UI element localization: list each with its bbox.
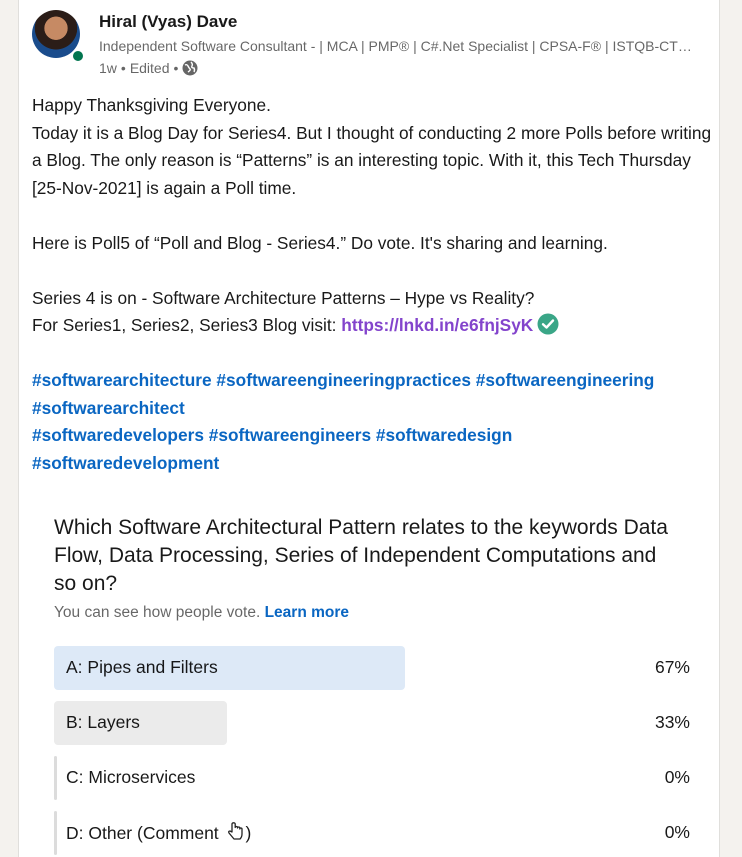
poll-option-percent: 0%	[664, 767, 690, 787]
poll-option-percent: 0%	[664, 822, 690, 842]
post-line: Today it is a Blog Day for Series4. But …	[32, 122, 712, 198]
poll-option-percent: 33%	[654, 712, 690, 732]
hand-pointing-down-icon	[227, 822, 243, 840]
poll-option-label: B: Layers	[66, 712, 140, 732]
edited-label: Edited	[129, 60, 170, 76]
post-time: 1w	[99, 60, 117, 76]
hashtag-line: #softwarearchitecture #softwareengineeri…	[32, 367, 712, 395]
post-line-prefix: For Series1, Series2, Series3 Blog visit…	[32, 315, 342, 335]
hashtag-link[interactable]: #softwarearchitecture	[32, 370, 212, 390]
post-line: For Series1, Series2, Series3 Blog visit…	[32, 312, 712, 340]
hashtag-link[interactable]: #softwarearchitect	[32, 398, 185, 418]
author-headline: Independent Software Consultant - | MCA …	[99, 38, 699, 54]
poll-result-bar	[54, 811, 57, 855]
post-meta: 1w • Edited •	[99, 60, 198, 76]
poll-visibility-note: You can see how people vote.	[54, 604, 261, 621]
hashtag-link[interactable]: #softwaredevelopers	[32, 425, 204, 445]
poll: Which Software Architectural Pattern rel…	[54, 514, 690, 855]
poll-option-suffix: )	[245, 823, 252, 843]
hashtag-link[interactable]: #softwareengineering	[476, 370, 655, 390]
meta-separator: •	[173, 60, 179, 76]
hashtag-link[interactable]: #softwaredesign	[376, 425, 512, 445]
post-line: Here is Poll5 of “Poll and Blog - Series…	[32, 232, 608, 253]
hashtag-link[interactable]: #softwaredevelopment	[32, 453, 219, 473]
hashtag-link[interactable]: #softwareengineeringpractices	[216, 370, 471, 390]
hashtag-line: #softwaredevelopment	[32, 450, 712, 478]
poll-option[interactable]: C: Microservices 0%	[54, 756, 690, 800]
post-header: Hiral (Vyas) Dave Independent Software C…	[32, 8, 712, 83]
learn-more-link[interactable]: Learn more	[265, 604, 349, 621]
hashtag-link[interactable]: #softwareengineers	[209, 425, 371, 445]
post-body: Happy Thanksgiving Everyone. Today it is…	[32, 92, 712, 477]
poll-option[interactable]: A: Pipes and Filters 67%	[54, 646, 690, 690]
hashtag-line: #softwaredevelopers #softwareengineers #…	[32, 422, 712, 450]
post-line: Series 4 is on - Software Architecture P…	[32, 287, 535, 308]
poll-option[interactable]: B: Layers 33%	[54, 701, 690, 745]
meta-separator: •	[120, 60, 126, 76]
check-circle-icon	[537, 313, 559, 335]
poll-options: A: Pipes and Filters 67% B: Layers 33% C…	[54, 646, 690, 857]
hashtag-line: #softwarearchitect	[32, 395, 712, 423]
poll-question: Which Software Architectural Pattern rel…	[54, 516, 668, 595]
poll-result-bar	[54, 756, 57, 800]
poll-option-text: D: Other (Comment	[66, 823, 224, 843]
poll-subtitle: You can see how people vote. Learn more	[54, 604, 690, 622]
poll-option-label: A: Pipes and Filters	[66, 657, 218, 677]
poll-option-percent: 67%	[654, 657, 690, 677]
poll-option-label: D: Other (Comment )	[66, 822, 251, 844]
globe-icon	[182, 60, 198, 76]
blog-link[interactable]: https://lnkd.in/e6fnjSyK	[341, 315, 533, 335]
poll-option-label: C: Microservices	[66, 767, 196, 787]
post-card: Hiral (Vyas) Dave Independent Software C…	[18, 0, 720, 857]
poll-option[interactable]: D: Other (Comment ) 0%	[54, 811, 690, 855]
post-line: Happy Thanksgiving Everyone.	[32, 95, 271, 115]
online-status-dot	[71, 49, 85, 63]
author-name[interactable]: Hiral (Vyas) Dave	[99, 12, 237, 32]
